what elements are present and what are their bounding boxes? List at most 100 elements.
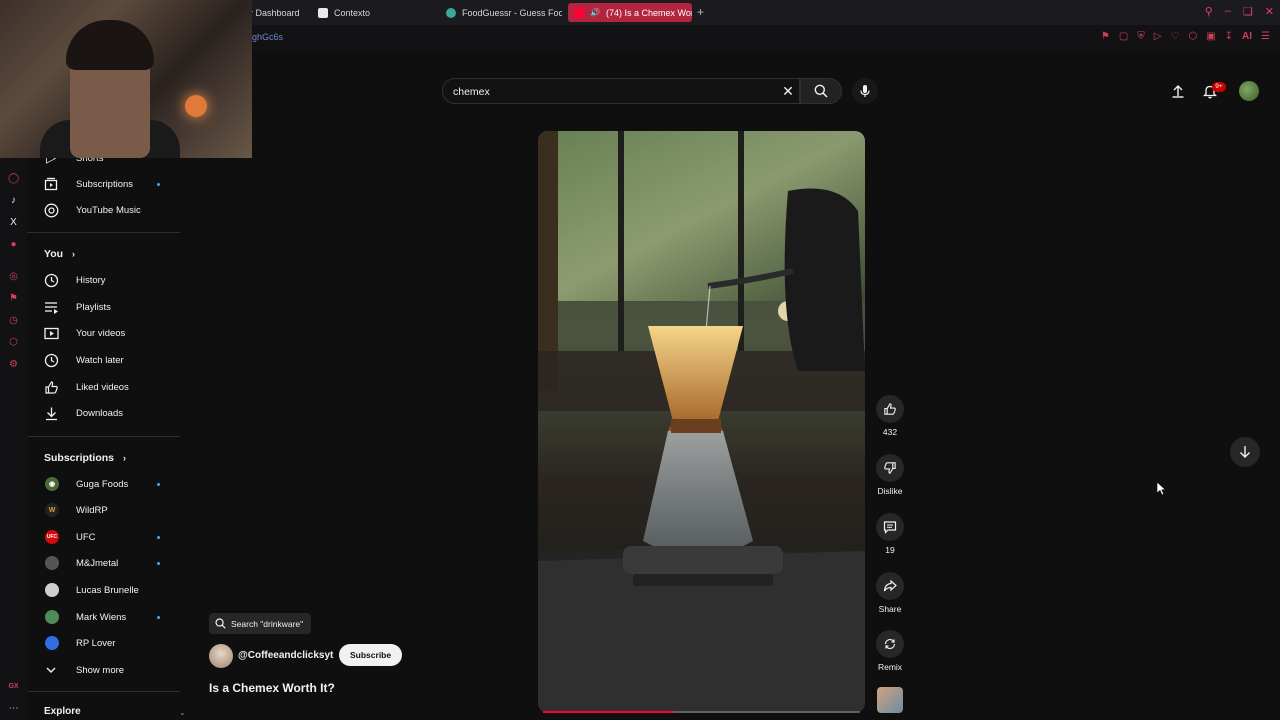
settings-icon[interactable]: ⚙ [8, 359, 19, 370]
tiktok-icon[interactable]: ♪ [8, 195, 19, 206]
youtube-favicon-icon [574, 7, 584, 18]
clear-search-button[interactable]: ✕ [780, 83, 796, 99]
clock-icon[interactable]: ◷ [8, 315, 19, 326]
more-icon[interactable]: ⋯ [8, 703, 19, 714]
remix-icon [884, 638, 896, 650]
channel-avatar [45, 583, 59, 597]
player-icon[interactable]: ◎ [8, 271, 19, 282]
channel-avatar [45, 610, 59, 624]
sidebar-item-downloads[interactable]: Downloads [27, 400, 182, 426]
remix-thumbnail[interactable] [877, 687, 903, 713]
playlists-icon [43, 299, 59, 315]
subscription-mark-wiens[interactable]: Mark Wiens [27, 604, 182, 630]
comments-button[interactable] [876, 513, 904, 541]
x-icon[interactable]: X [8, 217, 19, 228]
subscribe-button[interactable]: Subscribe [339, 644, 403, 666]
related-search-chip[interactable]: Search "drinkware" [209, 613, 312, 634]
short-video-player[interactable] [538, 131, 865, 713]
extensions-icon[interactable]: ⬡ [1188, 31, 1197, 42]
extension-icons: ⚑ ▢ ⛨ ▷ ♡ ⬡ ▣ ↧ AI ☰ [1101, 31, 1270, 42]
shield-icon[interactable]: ⛨ [1137, 31, 1145, 42]
download-icon[interactable]: ↧ [1225, 31, 1233, 42]
search-tabs-icon[interactable]: ⚲ [1205, 5, 1213, 18]
video-progress-bar[interactable] [543, 711, 673, 713]
video-frame [538, 131, 865, 713]
voice-search-button[interactable] [852, 78, 878, 104]
tab-foodguessr[interactable]: FoodGuessr - Guess Food [440, 3, 562, 22]
create-button[interactable] [1168, 81, 1188, 101]
video-title[interactable]: Is a Chemex Worth It? [209, 681, 335, 695]
show-more-button[interactable]: Show more [27, 657, 182, 683]
instagram-icon[interactable]: ◯ [8, 173, 19, 184]
subscription-lucas-brunelle[interactable]: Lucas Brunelle [27, 577, 182, 603]
chevron-right-icon: › [71, 249, 75, 259]
maximize-icon[interactable]: ❏ [1243, 5, 1253, 18]
share-button[interactable] [876, 572, 904, 600]
screenshot-icon[interactable]: ▢ [1119, 31, 1128, 42]
dislike-action[interactable]: Dislike [876, 454, 904, 496]
contexto-favicon-icon [318, 7, 328, 18]
play-icon[interactable]: ▷ [1154, 31, 1162, 42]
scroll-down-icon[interactable]: ⌄ [179, 708, 186, 717]
comments-action[interactable]: 19 [876, 513, 904, 555]
subscription-guga-foods[interactable]: ◉ Guga Foods [27, 471, 182, 497]
sidebar-item-label: History [76, 274, 106, 286]
remix-button[interactable] [876, 630, 904, 658]
sidebar-item-liked-videos[interactable]: Liked videos [27, 374, 182, 400]
channel-name[interactable]: @Coffeeandclicksyt [238, 650, 333, 661]
sidebar-item-history[interactable]: History [27, 267, 182, 293]
subscription-ufc[interactable]: UFC UFC [27, 524, 182, 550]
search-button[interactable] [800, 78, 842, 104]
tab-youtube-active[interactable]: 🔊 (74) Is a Chemex Worth [568, 3, 692, 22]
sidebar-item-playlists[interactable]: Playlists [27, 294, 182, 320]
share-label: Share [878, 604, 902, 614]
tab-dashboard[interactable]: r Dashboard [244, 3, 306, 22]
subscription-label: Mark Wiens [76, 611, 127, 623]
you-section-heading[interactable]: You › [44, 248, 75, 260]
subscription-wildrp[interactable]: W WildRP [27, 497, 182, 523]
dislike-button[interactable] [876, 454, 904, 482]
sidebar-item-watch-later[interactable]: Watch later [27, 347, 182, 373]
close-icon[interactable]: ✕ [1265, 5, 1274, 18]
tab-contexto[interactable]: Contexto [312, 3, 432, 22]
new-content-dot [157, 482, 160, 486]
subscription-rp-lover[interactable]: RP Lover [27, 630, 182, 656]
heart-icon[interactable]: ♡ [1170, 31, 1179, 42]
channel-avatar[interactable] [209, 644, 233, 668]
webcam-person-hair [66, 20, 154, 70]
record-icon[interactable]: ● [8, 239, 19, 250]
sidebar-divider [27, 691, 180, 692]
liked-videos-icon [43, 379, 59, 395]
minimize-icon[interactable]: – [1225, 5, 1231, 18]
section-heading-label: Subscriptions [44, 452, 115, 464]
account-avatar[interactable] [1239, 81, 1259, 101]
like-action[interactable]: 432 [876, 395, 904, 437]
webcam-overlay [0, 0, 252, 158]
cube-icon[interactable]: ⬡ [8, 337, 19, 348]
channel-avatar: W [45, 503, 59, 517]
menu-icon[interactable]: ☰ [1261, 31, 1270, 42]
share-action[interactable]: Share [876, 572, 904, 614]
like-button[interactable] [876, 395, 904, 423]
section-heading-label: Explore [44, 706, 81, 717]
new-tab-button[interactable]: + [697, 6, 709, 18]
search-input[interactable] [453, 85, 773, 99]
bookmark-icon[interactable]: ⚑ [1101, 31, 1110, 42]
subscriptions-section-heading[interactable]: Subscriptions › [44, 452, 126, 464]
remix-action[interactable]: Remix [876, 630, 904, 672]
sidebar-divider [27, 436, 180, 437]
sidebar-item-your-videos[interactable]: Your videos [27, 320, 182, 346]
next-short-button[interactable] [1230, 437, 1260, 467]
gx-icon[interactable]: GX [8, 681, 19, 692]
pin-icon[interactable]: ⚑ [8, 293, 19, 304]
subscription-mjmetal[interactable]: M&Jmetal [27, 550, 182, 576]
sidebar-item-youtube-music[interactable]: YouTube Music [27, 197, 182, 223]
window-controls: ⚲ – ❏ ✕ [1205, 5, 1274, 18]
channel-avatar: UFC [45, 530, 59, 544]
sidebar-item-subscriptions[interactable]: Subscriptions [27, 171, 182, 197]
upload-icon [1172, 85, 1184, 98]
wallet-icon[interactable]: ▣ [1206, 31, 1215, 42]
url-text[interactable]: ghGc6s [252, 32, 283, 42]
comment-count: 19 [885, 545, 895, 555]
ai-icon[interactable]: AI [1242, 31, 1252, 42]
